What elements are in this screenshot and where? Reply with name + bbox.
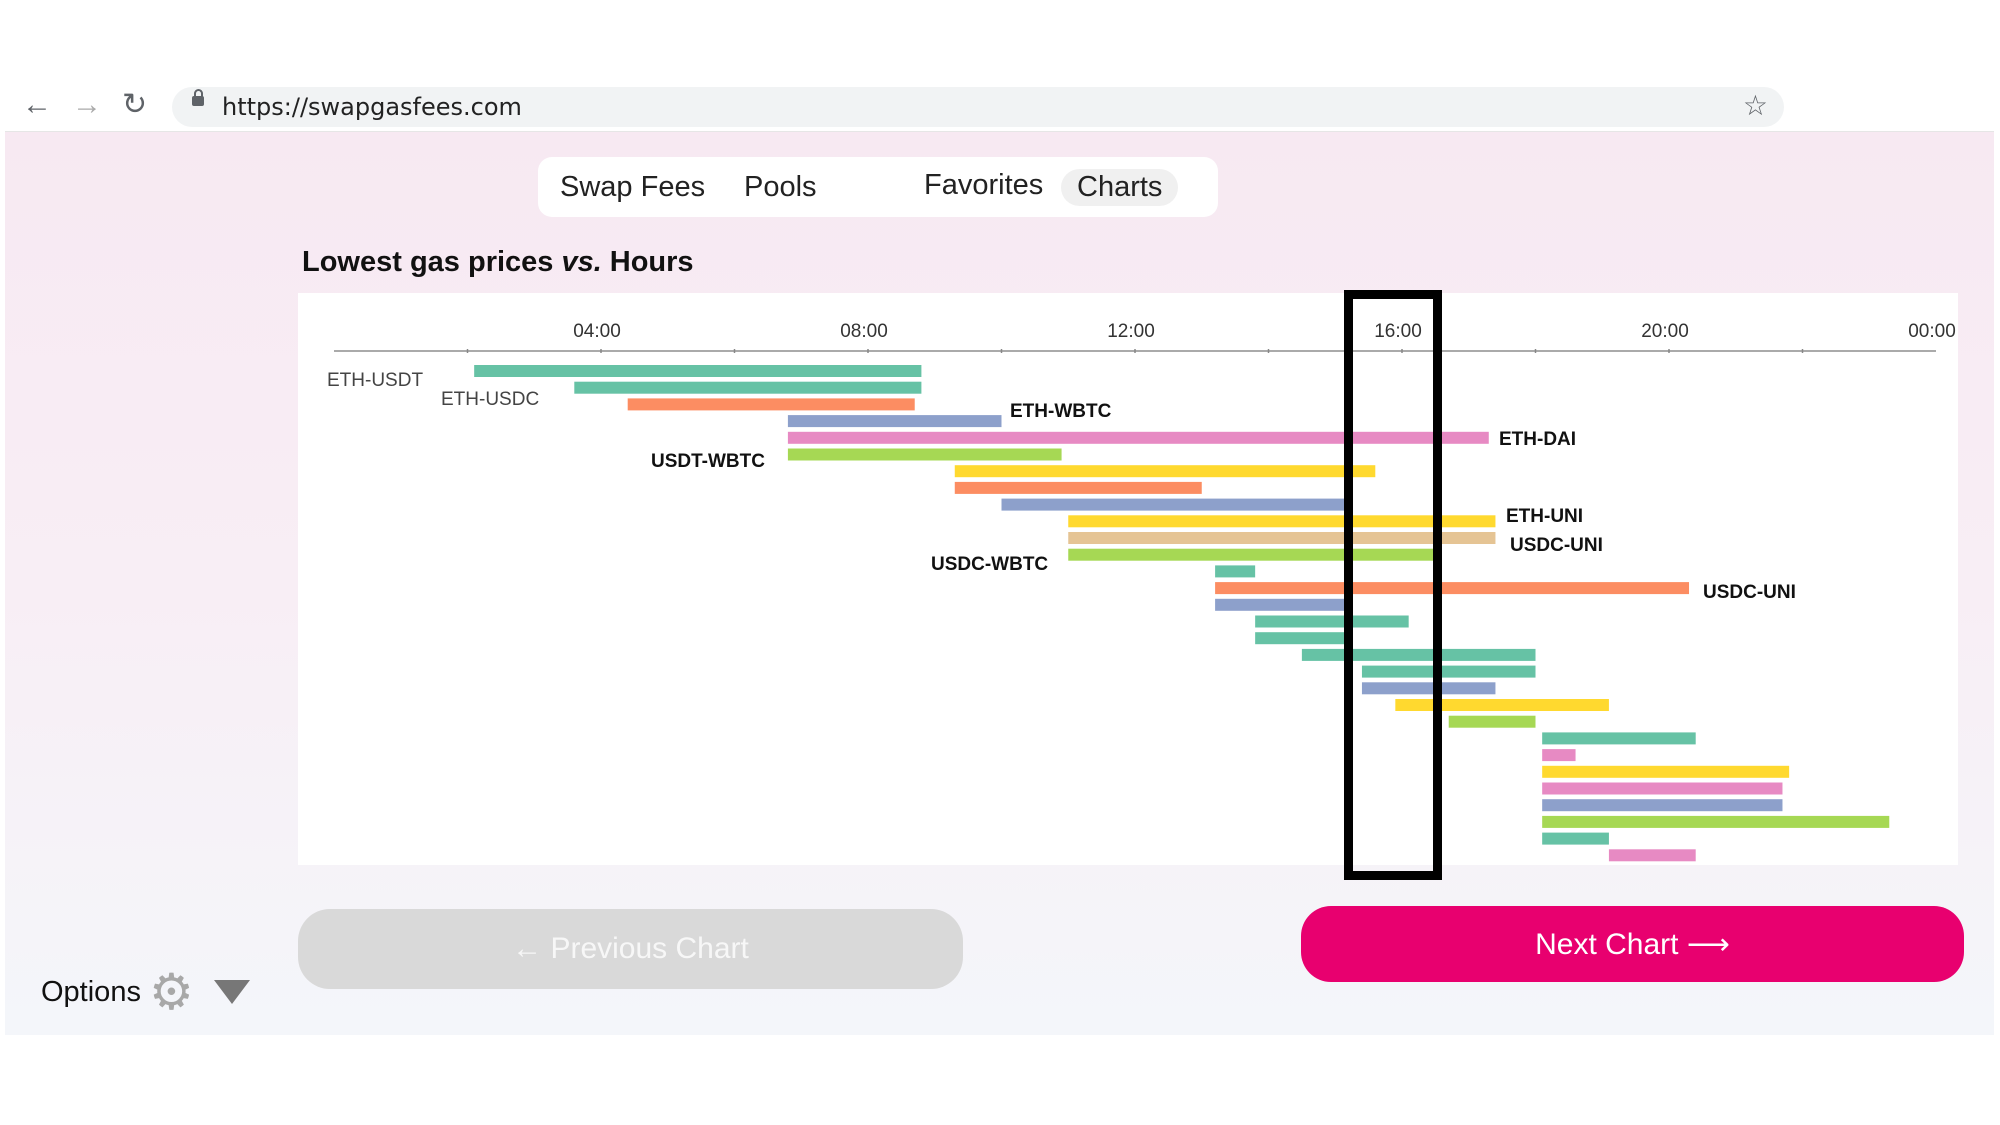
bar (1448, 715, 1536, 728)
bar (1001, 498, 1349, 511)
x-tick-label: 20:00 (1641, 321, 1689, 342)
chart-title: Lowest gas prices vs. Hours (302, 246, 694, 279)
address-bar[interactable]: https://swapgasfees.com ☆ (172, 87, 1784, 127)
forward-icon[interactable]: → (72, 90, 102, 120)
bar (1542, 732, 1696, 745)
x-tick-label: 12:00 (1107, 321, 1155, 342)
bar (1542, 799, 1783, 812)
previous-chart-button[interactable]: ← Previous Chart (298, 909, 963, 989)
bar-label: USDC-UNI (1703, 582, 1796, 603)
x-tick-label: 04:00 (573, 321, 621, 342)
tab-swap-fees[interactable]: Swap Fees (544, 169, 721, 206)
dropdown-caret-icon[interactable] (213, 980, 250, 1004)
bar (1215, 598, 1349, 611)
bar (1608, 849, 1696, 862)
lock-icon (192, 89, 204, 106)
bar (787, 415, 1002, 428)
tab-charts[interactable]: Charts (1061, 169, 1179, 206)
bar-label: USDC-UNI (1510, 535, 1603, 556)
bar (1542, 782, 1783, 795)
bar (1215, 565, 1256, 578)
tab-pools[interactable]: Pools (728, 169, 833, 206)
title-part1: Lowest gas prices (302, 246, 554, 278)
highlight-box (1344, 290, 1442, 880)
title-vs: vs. (561, 246, 602, 278)
bar (787, 448, 1062, 461)
gas-price-chart: 04:00 08:00 12:00 16:00 20:00 00:00ETH-USDTET… (327, 321, 1956, 862)
gear-icon[interactable]: ⚙ (149, 967, 194, 1017)
bar (1255, 632, 1349, 645)
bar (1542, 815, 1890, 828)
url-text[interactable]: https://swapgasfees.com (222, 93, 522, 121)
bar (474, 365, 922, 377)
options-label[interactable]: Options (41, 976, 141, 1009)
bar (574, 381, 922, 394)
next-chart-button[interactable]: Next Chart ⟶ (1301, 906, 1964, 982)
tab-favorites[interactable]: Favorites (908, 167, 1059, 204)
nav-tabs: Swap Fees Pools Favorites Charts (538, 157, 1218, 217)
bar (954, 481, 1202, 494)
bar-label: ETH-UNI (1506, 506, 1583, 527)
reload-icon[interactable]: ↻ (122, 90, 147, 120)
back-icon[interactable]: ← (22, 90, 52, 120)
bar-label: USDT-WBTC (651, 451, 765, 472)
bar (1542, 765, 1790, 778)
chart-panel: 04:00 08:00 12:00 16:00 20:00 00:00 ETH-USDT ET… (298, 293, 1958, 865)
title-part3: Hours (609, 246, 694, 278)
x-tick-label: 00:00 (1908, 321, 1956, 342)
bar-label: ETH-WBTC (1010, 401, 1112, 422)
bar-label: ETH-USDC (441, 389, 539, 410)
x-tick-label: 08:00 (840, 321, 888, 342)
bar-label: ETH-USDT (327, 370, 423, 391)
bar-label: ETH-DAI (1499, 429, 1576, 450)
star-icon[interactable]: ☆ (1743, 89, 1768, 122)
bar (627, 398, 915, 411)
bar (1215, 582, 1690, 595)
bar (1542, 832, 1609, 845)
bar (954, 465, 1376, 478)
bar (1542, 749, 1576, 762)
bar-label: USDC-WBTC (931, 554, 1048, 575)
options-control[interactable]: Options ⚙ (41, 967, 250, 1017)
